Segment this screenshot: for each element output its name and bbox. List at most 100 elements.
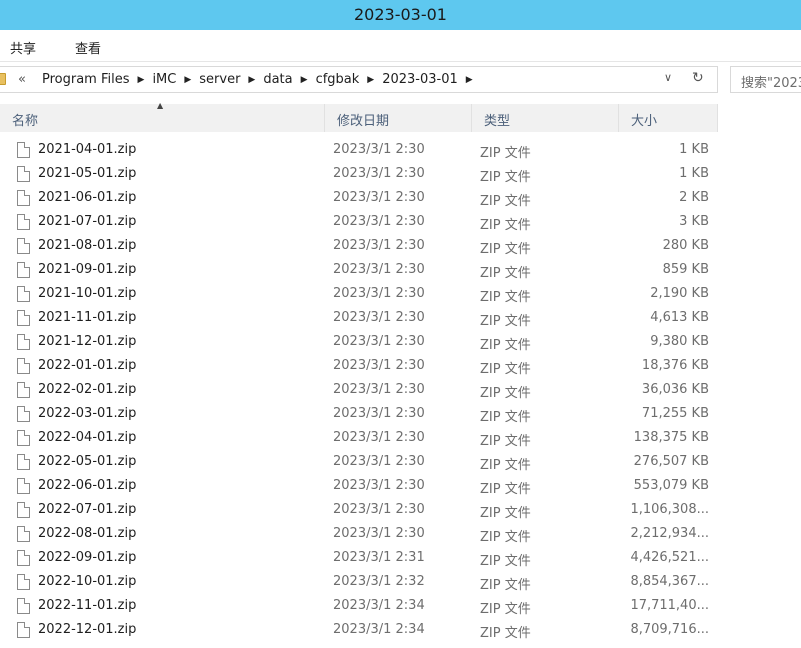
crumb-server[interactable]: server	[199, 72, 240, 87]
file-icon	[17, 574, 30, 590]
file-row[interactable]: 2022-06-01.zip 2023/3/1 2:30 ZIP 文件 553,079…	[0, 474, 801, 498]
file-size: 4,613 KB	[650, 310, 709, 325]
file-row[interactable]: 2021-12-01.zip 2023/3/1 2:30 ZIP 文件 9,380 K…	[0, 330, 801, 354]
file-row[interactable]: 2021-07-01.zip 2023/3/1 2:30 ZIP 文件 3 KB	[0, 210, 801, 234]
file-name: 2021-09-01.zip	[38, 262, 137, 277]
refresh-icon[interactable]: ↻	[692, 70, 704, 86]
chevron-right-icon[interactable]: ▶	[367, 75, 374, 85]
file-icon	[17, 550, 30, 566]
file-type: ZIP 文件	[480, 290, 531, 305]
chevron-right-icon[interactable]: ▶	[184, 75, 191, 85]
crumb-program-files[interactable]: Program Files	[42, 72, 130, 87]
file-modified: 2023/3/1 2:30	[333, 502, 425, 517]
file-icon	[17, 406, 30, 422]
file-icon	[17, 286, 30, 302]
file-size: 3 KB	[679, 214, 709, 229]
file-size: 1 KB	[679, 166, 709, 181]
chevron-right-icon[interactable]: ▶	[301, 75, 308, 85]
file-row[interactable]: 2022-08-01.zip 2023/3/1 2:30 ZIP 文件 2,212,9…	[0, 522, 801, 546]
file-size: 138,375 KB	[633, 430, 709, 445]
file-row[interactable]: 2022-12-01.zip 2023/3/1 2:34 ZIP 文件 8,709,7…	[0, 618, 801, 642]
file-name: 2021-06-01.zip	[38, 190, 137, 205]
address-bar[interactable]: « Program Files ▶ iMC ▶ server ▶ data ▶ …	[0, 66, 718, 93]
chevron-right-icon[interactable]: ▶	[466, 75, 473, 85]
file-size: 71,255 KB	[641, 406, 709, 421]
crumb-imc[interactable]: iMC	[152, 72, 176, 87]
crumb-cfgbak[interactable]: cfgbak	[316, 72, 360, 87]
file-row[interactable]: 2022-11-01.zip 2023/3/1 2:34 ZIP 文件 17,711,…	[0, 594, 801, 618]
address-history-dropdown[interactable]: ∨	[664, 71, 672, 84]
file-size: 280 KB	[662, 238, 709, 253]
file-type: ZIP 文件	[480, 218, 531, 233]
file-modified: 2023/3/1 2:30	[333, 238, 425, 253]
file-row[interactable]: 2021-11-01.zip 2023/3/1 2:30 ZIP 文件 4,613 K…	[0, 306, 801, 330]
file-row[interactable]: 2022-05-01.zip 2023/3/1 2:30 ZIP 文件 276,507…	[0, 450, 801, 474]
file-type: ZIP 文件	[480, 242, 531, 257]
file-icon	[17, 166, 30, 182]
file-type: ZIP 文件	[480, 338, 531, 353]
overflow-crumbs-button[interactable]: «	[18, 72, 26, 87]
file-name: 2021-07-01.zip	[38, 214, 137, 229]
file-icon	[17, 478, 30, 494]
folder-icon	[0, 73, 6, 85]
file-type: ZIP 文件	[480, 194, 531, 209]
tab-share[interactable]: 共享	[10, 38, 36, 57]
file-modified: 2023/3/1 2:30	[333, 142, 425, 157]
crumb-data[interactable]: data	[263, 72, 292, 87]
sort-ascending-icon: ▲	[157, 101, 164, 110]
file-modified: 2023/3/1 2:30	[333, 430, 425, 445]
file-type: ZIP 文件	[480, 146, 531, 161]
file-type: ZIP 文件	[480, 386, 531, 401]
file-name: 2022-07-01.zip	[38, 502, 137, 517]
file-row[interactable]: 2021-10-01.zip 2023/3/1 2:30 ZIP 文件 2,190 K…	[0, 282, 801, 306]
file-modified: 2023/3/1 2:30	[333, 358, 425, 373]
file-name: 2021-11-01.zip	[38, 310, 137, 325]
file-row[interactable]: 2022-01-01.zip 2023/3/1 2:30 ZIP 文件 18,376 …	[0, 354, 801, 378]
file-row[interactable]: 2022-09-01.zip 2023/3/1 2:31 ZIP 文件 4,426,5…	[0, 546, 801, 570]
file-row[interactable]: 2021-04-01.zip 2023/3/1 2:30 ZIP 文件 1 KB	[0, 138, 801, 162]
file-type: ZIP 文件	[480, 458, 531, 473]
file-name: 2022-02-01.zip	[38, 382, 137, 397]
file-row[interactable]: 2022-07-01.zip 2023/3/1 2:30 ZIP 文件 1,106,3…	[0, 498, 801, 522]
file-size: 18,376 KB	[641, 358, 709, 373]
file-modified: 2023/3/1 2:30	[333, 214, 425, 229]
file-row[interactable]: 2022-10-01.zip 2023/3/1 2:32 ZIP 文件 8,854,3…	[0, 570, 801, 594]
file-type: ZIP 文件	[480, 626, 531, 641]
file-modified: 2023/3/1 2:30	[333, 454, 425, 469]
file-type: ZIP 文件	[480, 266, 531, 281]
file-row[interactable]: 2021-09-01.zip 2023/3/1 2:30 ZIP 文件 859 KB	[0, 258, 801, 282]
file-icon	[17, 142, 30, 158]
file-row[interactable]: 2021-06-01.zip 2023/3/1 2:30 ZIP 文件 2 KB	[0, 186, 801, 210]
file-name: 2022-06-01.zip	[38, 478, 137, 493]
file-modified: 2023/3/1 2:30	[333, 526, 425, 541]
tab-view[interactable]: 查看	[75, 38, 101, 57]
file-modified: 2023/3/1 2:30	[333, 286, 425, 301]
chevron-right-icon[interactable]: ▶	[248, 75, 255, 85]
file-icon	[17, 622, 30, 638]
crumb-current[interactable]: 2023-03-01	[382, 72, 458, 87]
file-type: ZIP 文件	[480, 506, 531, 521]
file-row[interactable]: 2022-04-01.zip 2023/3/1 2:30 ZIP 文件 138,375…	[0, 426, 801, 450]
file-row[interactable]: 2022-02-01.zip 2023/3/1 2:30 ZIP 文件 36,036 …	[0, 378, 801, 402]
title-bar[interactable]: 2023-03-01	[0, 0, 801, 30]
file-type: ZIP 文件	[480, 530, 531, 545]
file-type: ZIP 文件	[480, 410, 531, 425]
ribbon-tabs: 共享 查看	[0, 30, 801, 62]
file-size: 859 KB	[662, 262, 709, 277]
file-type: ZIP 文件	[480, 482, 531, 497]
file-type: ZIP 文件	[480, 170, 531, 185]
file-icon	[17, 382, 30, 398]
search-input[interactable]: 搜索"2023-03-01"	[730, 66, 801, 93]
file-icon	[17, 334, 30, 350]
file-name: 2022-11-01.zip	[38, 598, 137, 613]
file-row[interactable]: 2021-08-01.zip 2023/3/1 2:30 ZIP 文件 280 KB	[0, 234, 801, 258]
file-row[interactable]: 2021-05-01.zip 2023/3/1 2:30 ZIP 文件 1 KB	[0, 162, 801, 186]
file-icon	[17, 598, 30, 614]
file-icon	[17, 430, 30, 446]
file-size: 553,079 KB	[633, 478, 709, 493]
file-row[interactable]: 2022-03-01.zip 2023/3/1 2:30 ZIP 文件 71,255 …	[0, 402, 801, 426]
chevron-right-icon[interactable]: ▶	[138, 75, 145, 85]
file-type: ZIP 文件	[480, 578, 531, 593]
file-type: ZIP 文件	[480, 602, 531, 617]
file-modified: 2023/3/1 2:30	[333, 262, 425, 277]
